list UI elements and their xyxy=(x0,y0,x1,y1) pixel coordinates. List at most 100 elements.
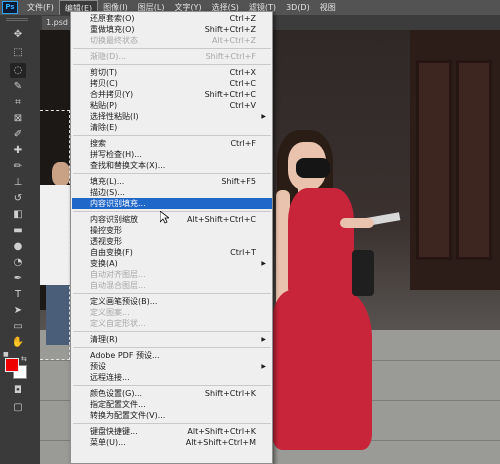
menu-item-shortcut: Ctrl+V xyxy=(229,101,256,110)
menu-item-label: 内容识别缩放 xyxy=(90,215,138,224)
path-select-tool-icon[interactable]: ➤ xyxy=(10,303,26,318)
document-tab[interactable]: 1.psd xyxy=(42,16,72,30)
menu-item[interactable]: 剪切(T) Ctrl+X xyxy=(72,67,272,78)
frame-tool-icon[interactable]: ⊠ xyxy=(10,111,26,126)
menu-item[interactable]: 预设 ▶ xyxy=(72,361,272,372)
menu-separator xyxy=(73,135,271,136)
menu-item[interactable]: 变换(A) ▶ xyxy=(72,258,272,269)
menu-item: 切换最终状态 Alt+Ctrl+Z xyxy=(72,35,272,46)
menu-item-label: 预设 xyxy=(90,362,106,371)
swap-colors-icon[interactable]: ⇆ xyxy=(21,355,27,363)
marquee-tool-icon[interactable]: ⬚ xyxy=(10,45,26,60)
menu-item[interactable]: 菜单(U)... Alt+Shift+Ctrl+M xyxy=(72,437,272,448)
menu-item[interactable]: 颜色设置(G)... Shift+Ctrl+K xyxy=(72,388,272,399)
menu-item[interactable]: 重做填充(O) Shift+Ctrl+Z xyxy=(72,24,272,35)
menu-item-shortcut: Shift+F5 xyxy=(221,177,256,186)
menu-item[interactable]: 自由变换(F) Ctrl+T xyxy=(72,247,272,258)
menu-item-shortcut: Alt+Shift+Ctrl+M xyxy=(185,438,256,447)
menu-item[interactable]: 操控变形 xyxy=(72,225,272,236)
quick-select-tool-icon[interactable]: ✎ xyxy=(10,79,26,94)
menu-item[interactable]: 描边(S)... xyxy=(72,187,272,198)
menu-separator xyxy=(73,48,271,49)
eraser-tool-icon[interactable]: ◧ xyxy=(10,207,26,222)
gradient-tool-icon[interactable]: ▬ xyxy=(10,223,26,238)
menu-item[interactable]: 拷贝(C) Ctrl+C xyxy=(72,78,272,89)
crop-tool-icon[interactable]: ⌗ xyxy=(10,95,26,110)
menu-item[interactable]: 远程连接... xyxy=(72,372,272,383)
menu-item[interactable]: 选择性粘贴(I) ▶ xyxy=(72,111,272,122)
menubar-item-view[interactable]: 视图 xyxy=(315,0,341,15)
menu-item-label: 清除(E) xyxy=(90,123,118,132)
menu-item-label: 描边(S)... xyxy=(90,188,125,197)
default-colors-icon[interactable]: ■ xyxy=(3,351,9,358)
submenu-arrow-icon: ▶ xyxy=(261,113,266,120)
menu-item: 定义图案... xyxy=(72,307,272,318)
hand-tool-icon[interactable]: ✋ xyxy=(10,335,26,350)
menu-item-label: 转换为配置文件(V)... xyxy=(90,411,166,420)
menu-item[interactable]: 粘贴(P) Ctrl+V xyxy=(72,100,272,111)
blur-tool-icon[interactable]: ● xyxy=(10,239,26,254)
submenu-arrow-icon: ▶ xyxy=(261,363,266,370)
menu-item[interactable]: 查找和替换文本(X)... xyxy=(72,160,272,171)
menu-separator xyxy=(73,211,271,212)
eyedropper-tool-icon[interactable]: ✐ xyxy=(10,127,26,142)
submenu-arrow-icon: ▶ xyxy=(261,260,266,267)
menu-item[interactable]: 清理(R) ▶ xyxy=(72,334,272,345)
move-tool-icon[interactable]: ✥ xyxy=(10,27,26,42)
menu-separator xyxy=(73,423,271,424)
menu-item-shortcut: Ctrl+Z xyxy=(229,14,256,23)
menu-item: 定义自定形状... xyxy=(72,318,272,329)
shape-tool-icon[interactable]: ▭ xyxy=(10,319,26,334)
brush-tool-icon[interactable]: ✏ xyxy=(10,159,26,174)
menu-item[interactable]: 指定配置文件... xyxy=(72,399,272,410)
menu-item[interactable]: Adobe PDF 预设... xyxy=(72,350,272,361)
menu-item[interactable]: 内容识别缩放 Alt+Shift+Ctrl+C xyxy=(72,214,272,225)
menu-item-label: 自动对齐图层... xyxy=(90,270,146,279)
menu-item-label: 填充(L)... xyxy=(90,177,125,186)
menu-item[interactable]: 转换为配置文件(V)... xyxy=(72,410,272,421)
quick-mask-icon[interactable]: ◘ xyxy=(10,383,26,398)
mouse-cursor-icon xyxy=(160,211,169,224)
menu-item-label: 切换最终状态 xyxy=(90,36,138,45)
menu-item-shortcut: Alt+Ctrl+Z xyxy=(212,36,256,45)
panel-grip[interactable] xyxy=(6,18,28,21)
menu-item[interactable]: 填充(L)... Shift+F5 xyxy=(72,176,272,187)
clone-stamp-tool-icon[interactable]: ⊥ xyxy=(10,175,26,190)
menu-item-shortcut: Ctrl+F xyxy=(230,139,256,148)
menu-item[interactable]: 还原套索(O) Ctrl+Z xyxy=(72,13,272,24)
menu-item[interactable]: 合并拷贝(Y) Shift+Ctrl+C xyxy=(72,89,272,100)
menu-item-label: 自由变换(F) xyxy=(90,248,133,257)
edit-menu-dropdown: 还原套索(O) Ctrl+Z 重做填充(O) Shift+Ctrl+Z 切换最终状态 Al… xyxy=(70,11,273,464)
photo-face-mask xyxy=(296,158,330,178)
menu-item[interactable]: 键盘快捷键... Alt+Shift+Ctrl+K xyxy=(72,426,272,437)
foreground-color-swatch[interactable] xyxy=(5,358,19,372)
menu-item[interactable]: 搜索 Ctrl+F xyxy=(72,138,272,149)
menu-separator xyxy=(73,331,271,332)
menubar-item-file[interactable]: 文件(F) xyxy=(22,0,59,15)
menu-item-label: 内容识别填充... xyxy=(90,199,146,208)
menu-item[interactable]: 内容识别填充... xyxy=(72,198,272,209)
type-tool-icon[interactable]: T xyxy=(10,287,26,302)
menubar-item-3d[interactable]: 3D(D) xyxy=(281,0,315,15)
history-brush-tool-icon[interactable]: ↺ xyxy=(10,191,26,206)
screen-mode-icon[interactable]: ▢ xyxy=(10,400,26,415)
pen-tool-icon[interactable]: ✒ xyxy=(10,271,26,286)
menu-item-label: 搜索 xyxy=(90,139,106,148)
menu-separator xyxy=(73,64,271,65)
menu-item-label: 清理(R) xyxy=(90,335,118,344)
menu-item-label: Adobe PDF 预设... xyxy=(90,351,160,360)
menu-item[interactable]: 定义画笔预设(B)... xyxy=(72,296,272,307)
menu-item[interactable]: 拼写检查(H)... xyxy=(72,149,272,160)
menu-item-shortcut: Alt+Shift+Ctrl+C xyxy=(187,215,256,224)
menu-item-label: 还原套索(O) xyxy=(90,14,135,23)
menu-item[interactable]: 清除(E) xyxy=(72,122,272,133)
menu-item-label: 透视变形 xyxy=(90,237,122,246)
menu-item-label: 远程连接... xyxy=(90,373,130,382)
menu-item[interactable]: 透视变形 xyxy=(72,236,272,247)
healing-brush-tool-icon[interactable]: ✚ xyxy=(10,143,26,158)
dodge-tool-icon[interactable]: ◔ xyxy=(10,255,26,270)
menu-item-shortcut: Shift+Ctrl+Z xyxy=(204,25,256,34)
menu-item: 自动混合图层... xyxy=(72,280,272,291)
menu-item-shortcut: Shift+Ctrl+C xyxy=(204,90,256,99)
lasso-tool-icon[interactable]: ◌ xyxy=(10,63,26,78)
